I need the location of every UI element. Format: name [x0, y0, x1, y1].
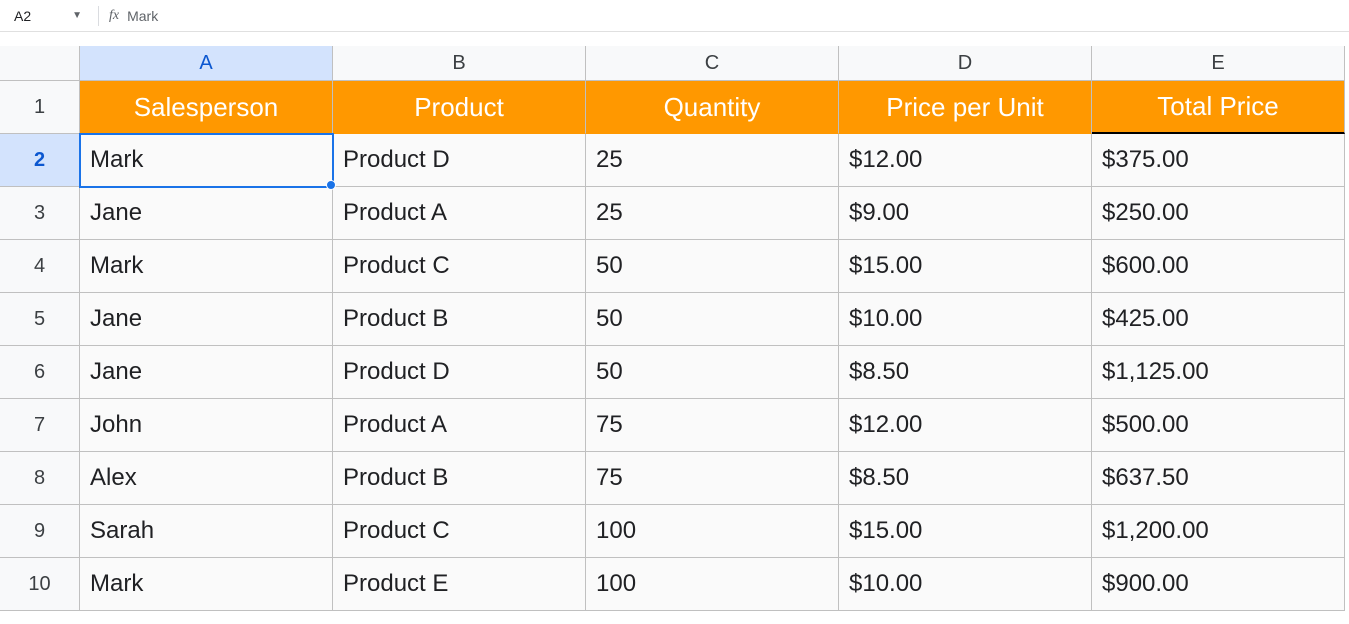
cell-D6[interactable]: $8.50 — [839, 346, 1092, 399]
cell-B4[interactable]: Product C — [333, 240, 586, 293]
cell-E5[interactable]: $425.00 — [1092, 293, 1345, 346]
cell-B6[interactable]: Product D — [333, 346, 586, 399]
row-header-1[interactable]: 1 — [0, 81, 80, 134]
header-cell-total-price[interactable]: Total Price — [1092, 81, 1345, 134]
dropdown-icon[interactable]: ▼ — [72, 10, 82, 21]
column-header-C[interactable]: C — [586, 46, 839, 81]
table-row: 4 Mark Product C 50 $15.00 $600.00 — [0, 240, 1349, 293]
cell-C8[interactable]: 75 — [586, 452, 839, 505]
cell-D10[interactable]: $10.00 — [839, 558, 1092, 611]
cell-B3[interactable]: Product A — [333, 187, 586, 240]
cell-B2[interactable]: Product D — [333, 134, 586, 187]
cell-B5[interactable]: Product B — [333, 293, 586, 346]
cell-A5[interactable]: Jane — [80, 293, 333, 346]
cell-C2[interactable]: 25 — [586, 134, 839, 187]
cell-D5[interactable]: $10.00 — [839, 293, 1092, 346]
cell-B9[interactable]: Product C — [333, 505, 586, 558]
cell-A10[interactable]: Mark — [80, 558, 333, 611]
column-header-B[interactable]: B — [333, 46, 586, 81]
header-cell-quantity[interactable]: Quantity — [586, 81, 839, 134]
table-row: 10 Mark Product E 100 $10.00 $900.00 — [0, 558, 1349, 611]
row-header-4[interactable]: 4 — [0, 240, 80, 293]
table-row: 6 Jane Product D 50 $8.50 $1,125.00 — [0, 346, 1349, 399]
header-cell-salesperson[interactable]: Salesperson — [80, 81, 333, 134]
column-header-row: A B C D E — [0, 46, 1349, 81]
formula-bar: A2 ▼ fx Mark — [0, 0, 1349, 32]
header-cell-price-per-unit[interactable]: Price per Unit — [839, 81, 1092, 134]
table-row: 7 John Product A 75 $12.00 $500.00 — [0, 399, 1349, 452]
select-all-corner[interactable] — [0, 46, 80, 81]
cell-D3[interactable]: $9.00 — [839, 187, 1092, 240]
cell-A3[interactable]: Jane — [80, 187, 333, 240]
cell-D7[interactable]: $12.00 — [839, 399, 1092, 452]
name-box[interactable]: A2 ▼ — [8, 6, 88, 26]
table-row: 5 Jane Product B 50 $10.00 $425.00 — [0, 293, 1349, 346]
table-row: 9 Sarah Product C 100 $15.00 $1,200.00 — [0, 505, 1349, 558]
cell-E10[interactable]: $900.00 — [1092, 558, 1345, 611]
divider — [98, 6, 99, 26]
cell-A6[interactable]: Jane — [80, 346, 333, 399]
cell-A2[interactable]: Mark — [80, 134, 333, 187]
table-header-row: 1 Salesperson Product Quantity Price per… — [0, 81, 1349, 134]
cell-C3[interactable]: 25 — [586, 187, 839, 240]
row-header-8[interactable]: 8 — [0, 452, 80, 505]
name-box-value: A2 — [14, 8, 31, 24]
cell-E9[interactable]: $1,200.00 — [1092, 505, 1345, 558]
cell-D2[interactable]: $12.00 — [839, 134, 1092, 187]
row-header-5[interactable]: 5 — [0, 293, 80, 346]
cell-B10[interactable]: Product E — [333, 558, 586, 611]
row-header-10[interactable]: 10 — [0, 558, 80, 611]
cell-D4[interactable]: $15.00 — [839, 240, 1092, 293]
column-header-A[interactable]: A — [80, 46, 333, 81]
cell-C9[interactable]: 100 — [586, 505, 839, 558]
formula-input[interactable]: Mark — [127, 8, 158, 24]
cell-A7[interactable]: John — [80, 399, 333, 452]
row-header-6[interactable]: 6 — [0, 346, 80, 399]
cell-C7[interactable]: 75 — [586, 399, 839, 452]
header-cell-product[interactable]: Product — [333, 81, 586, 134]
cell-B8[interactable]: Product B — [333, 452, 586, 505]
cell-D8[interactable]: $8.50 — [839, 452, 1092, 505]
cell-E2[interactable]: $375.00 — [1092, 134, 1345, 187]
fx-icon[interactable]: fx — [109, 8, 119, 24]
column-header-E[interactable]: E — [1092, 46, 1345, 81]
row-header-9[interactable]: 9 — [0, 505, 80, 558]
cell-E3[interactable]: $250.00 — [1092, 187, 1345, 240]
cell-C6[interactable]: 50 — [586, 346, 839, 399]
table-row: 8 Alex Product B 75 $8.50 $637.50 — [0, 452, 1349, 505]
cell-A4[interactable]: Mark — [80, 240, 333, 293]
cell-A9[interactable]: Sarah — [80, 505, 333, 558]
cell-B7[interactable]: Product A — [333, 399, 586, 452]
cell-C10[interactable]: 100 — [586, 558, 839, 611]
spreadsheet-grid: A B C D E 1 Salesperson Product Quantity… — [0, 46, 1349, 611]
cell-E7[interactable]: $500.00 — [1092, 399, 1345, 452]
column-header-D[interactable]: D — [839, 46, 1092, 81]
cell-A8[interactable]: Alex — [80, 452, 333, 505]
table-row: 2 Mark Product D 25 $12.00 $375.00 — [0, 134, 1349, 187]
cell-C4[interactable]: 50 — [586, 240, 839, 293]
row-header-7[interactable]: 7 — [0, 399, 80, 452]
row-header-3[interactable]: 3 — [0, 187, 80, 240]
cell-D9[interactable]: $15.00 — [839, 505, 1092, 558]
row-header-2[interactable]: 2 — [0, 134, 80, 187]
cell-E6[interactable]: $1,125.00 — [1092, 346, 1345, 399]
table-row: 3 Jane Product A 25 $9.00 $250.00 — [0, 187, 1349, 240]
cell-E4[interactable]: $600.00 — [1092, 240, 1345, 293]
cell-E8[interactable]: $637.50 — [1092, 452, 1345, 505]
cell-C5[interactable]: 50 — [586, 293, 839, 346]
